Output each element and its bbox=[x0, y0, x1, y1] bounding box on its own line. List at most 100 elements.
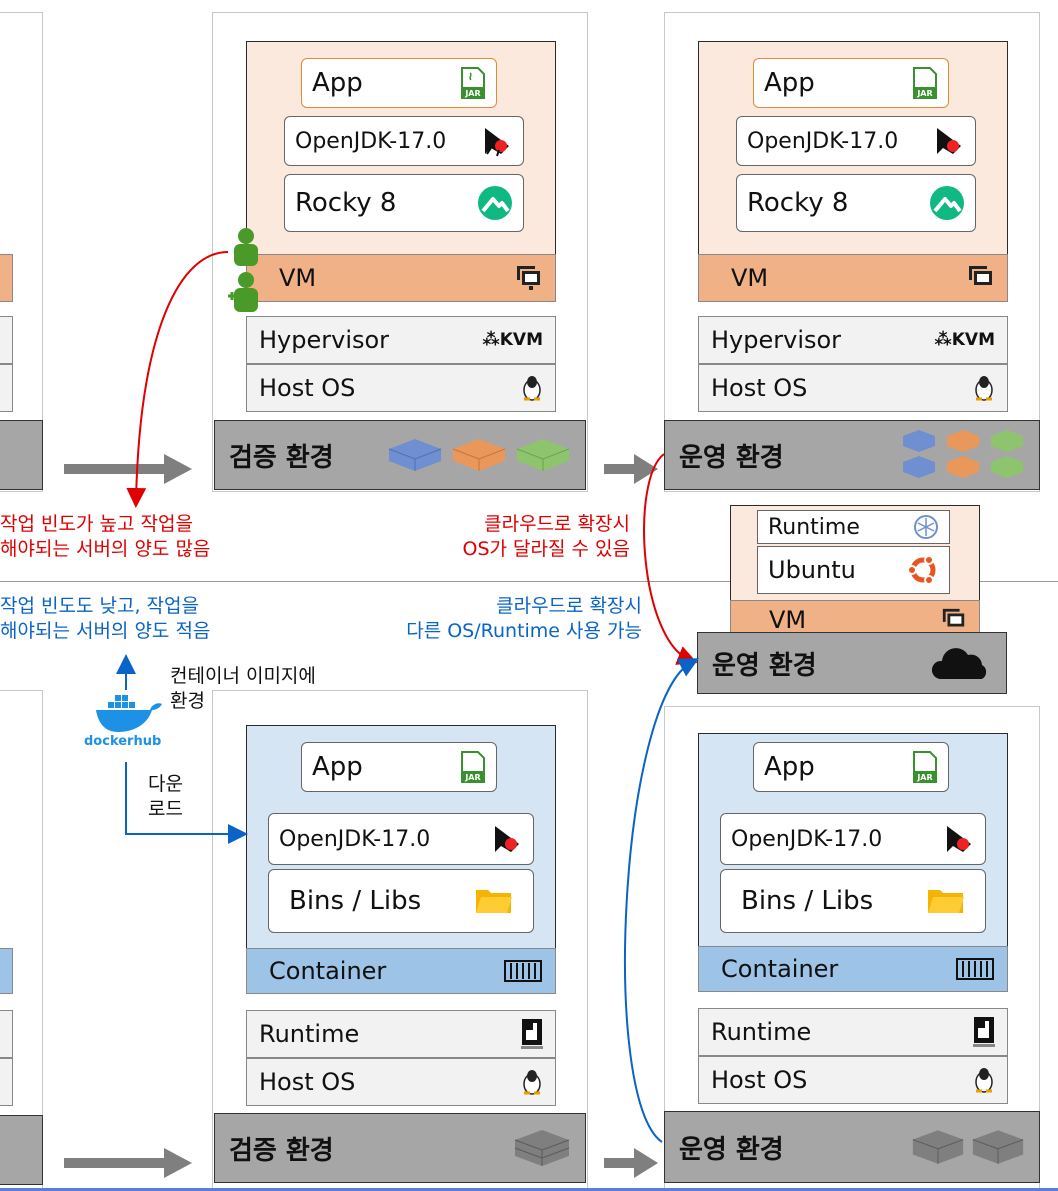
folder-icon bbox=[475, 887, 513, 915]
download-line1: 다운 bbox=[148, 773, 183, 795]
hostos-label: Host OS bbox=[711, 374, 808, 402]
svg-text:JAR: JAR bbox=[464, 773, 480, 782]
vm-drawback-annotation: 작업 빈도가 높고 작업을 해야되는 서버의 양도 많음 bbox=[0, 512, 210, 562]
vm-left-partial-hostos bbox=[0, 364, 13, 412]
container-benefit-annotation: 작업 빈도도 낮고, 작업을 해야되는 서버의 양도 적음 bbox=[0, 594, 210, 644]
vm-staging-app-box: App JAR bbox=[301, 58, 497, 108]
ubuntu-label: Ubuntu bbox=[768, 556, 856, 584]
rocky-linux-icon bbox=[929, 185, 965, 221]
ct-left-partial-container bbox=[0, 948, 13, 994]
linux-penguin-icon bbox=[521, 1069, 543, 1095]
ct-prod-app-box: App JAR bbox=[753, 742, 949, 792]
duke-java-icon bbox=[941, 822, 975, 856]
ct-staging-container-layer: Container bbox=[246, 948, 556, 994]
kvm-label: KVM bbox=[951, 330, 995, 350]
ct-benefit-line1: 작업 빈도도 낮고, 작업을 bbox=[0, 595, 199, 617]
dockerhub-logo: dockerhub bbox=[84, 690, 174, 756]
hostos-label: Host OS bbox=[259, 374, 356, 402]
kvm-icon: ⁂KVM bbox=[934, 330, 995, 350]
linux-penguin-icon bbox=[521, 375, 543, 401]
ct-left-partial-env bbox=[0, 1115, 43, 1185]
cloud-vm-annotation: 클라우드로 확장시 OS가 달라질 수 있음 bbox=[400, 512, 631, 562]
vm-monitor-icon bbox=[941, 607, 967, 633]
ct-staging-bins-box: Bins / Libs bbox=[268, 869, 534, 933]
svg-text:JAR: JAR bbox=[916, 773, 932, 782]
cloud-env-label: 운영 환경 bbox=[712, 650, 817, 681]
ct-prod-runtime-layer: Runtime bbox=[698, 1008, 1008, 1056]
jar-icon: JAR bbox=[460, 751, 486, 783]
worker-icons bbox=[226, 226, 264, 314]
vm-staging-hostos-layer: Host OS bbox=[246, 364, 556, 412]
ct-staging-app-box: App JAR bbox=[301, 742, 497, 792]
server-icon-gray bbox=[972, 1130, 1024, 1164]
duke-java-icon bbox=[931, 124, 965, 158]
vm-staging-vm-layer: VM bbox=[246, 254, 556, 302]
server-icon-orange bbox=[452, 439, 506, 471]
ubuntu-icon bbox=[907, 554, 939, 586]
duke-java-icon bbox=[489, 822, 523, 856]
download-annotation: 다운 로드 bbox=[148, 772, 183, 822]
server-icon-gray bbox=[912, 1130, 964, 1164]
cloud-vm-line2: OS가 달라질 수 있음 bbox=[462, 538, 631, 560]
container-label: Container bbox=[269, 957, 387, 985]
vm-staging-hypervisor-layer: Hypervisor ⁂KVM bbox=[246, 316, 556, 364]
runtime-label: Runtime bbox=[711, 1018, 812, 1046]
ct-staging-hostos-layer: Host OS bbox=[246, 1058, 556, 1106]
jdk-label: OpenJDK-17.0 bbox=[747, 128, 899, 154]
vm-staging-jdk-box: OpenJDK-17.0 bbox=[284, 116, 524, 166]
vm-label: VM bbox=[769, 606, 807, 634]
production-env-label: 운영 환경 bbox=[679, 1134, 784, 1165]
app-label: App bbox=[764, 752, 815, 782]
vm-prod-hypervisor-layer: Hypervisor ⁂KVM bbox=[698, 316, 1008, 364]
runtime-label: Runtime bbox=[259, 1020, 360, 1048]
hostos-label: Host OS bbox=[259, 1068, 356, 1096]
server-pair-blue bbox=[903, 430, 935, 478]
ct-prod-container-layer: Container bbox=[698, 946, 1008, 992]
ct-prod-jdk-box: OpenJDK-17.0 bbox=[720, 813, 986, 865]
ct-prod-hostos-layer: Host OS bbox=[698, 1056, 1008, 1104]
bins-label: Bins / Libs bbox=[741, 886, 874, 916]
server-pair-green bbox=[991, 430, 1023, 478]
vm-label: VM bbox=[731, 264, 769, 292]
vm-drawback-line1: 작업 빈도가 높고 작업을 bbox=[0, 513, 193, 535]
ct-prod-bins-box: Bins / Libs bbox=[720, 869, 986, 933]
vm-staging-env-bar: 검증 환경 bbox=[214, 420, 586, 490]
runtime-label: Runtime bbox=[768, 514, 860, 540]
arrow-staging-to-prod-top bbox=[604, 454, 658, 484]
jar-icon: JAR bbox=[912, 67, 938, 99]
arrow-dev-to-staging-top bbox=[64, 454, 192, 484]
staging-env-label: 검증 환경 bbox=[229, 442, 334, 473]
cloud-env-bar: 운영 환경 bbox=[697, 632, 1007, 694]
jar-icon: JAR bbox=[460, 67, 486, 99]
hostos-label: Host OS bbox=[711, 1066, 808, 1094]
linux-penguin-icon bbox=[973, 375, 995, 401]
docker-whale-icon bbox=[96, 695, 162, 732]
folder-icon bbox=[927, 887, 965, 915]
server-icon-blue bbox=[388, 439, 442, 471]
vm-prod-vm-layer: VM bbox=[698, 254, 1008, 302]
rocky-linux-icon bbox=[477, 185, 513, 221]
server-grid-icons bbox=[901, 428, 1025, 482]
server-stack-icons bbox=[387, 437, 571, 473]
arrow-dev-to-staging-bottom bbox=[64, 1148, 192, 1178]
server-pair-orange bbox=[947, 430, 979, 478]
vm-monitor-icon bbox=[967, 264, 995, 292]
ct-benefit-line2: 해야되는 서버의 양도 적음 bbox=[0, 620, 211, 642]
jdk-label: OpenJDK-17.0 bbox=[295, 128, 447, 154]
vm-left-partial-vm-layer bbox=[0, 254, 13, 302]
jar-icon: JAR bbox=[912, 751, 938, 783]
image-line1: 컨테이너 이미지에 bbox=[170, 665, 316, 687]
vm-prod-jdk-box: OpenJDK-17.0 bbox=[736, 116, 976, 166]
dockerhub-label: dockerhub bbox=[84, 734, 162, 749]
vm-prod-env-bar: 운영 환경 bbox=[664, 420, 1040, 490]
app-label: App bbox=[312, 68, 363, 98]
ct-staging-jdk-box: OpenJDK-17.0 bbox=[268, 813, 534, 865]
staging-env-label: 검증 환경 bbox=[229, 1135, 334, 1166]
cloud-ct-line2: 다른 OS/Runtime 사용 가능 bbox=[406, 620, 642, 642]
cloud-runtime-box: Runtime bbox=[757, 510, 950, 544]
container-box-icon bbox=[955, 957, 995, 981]
container-label: Container bbox=[721, 955, 839, 983]
vm-left-partial-env bbox=[0, 420, 43, 490]
cloud-ct-line1: 클라우드로 확장시 bbox=[496, 595, 642, 617]
jdk-label: OpenJDK-17.0 bbox=[279, 826, 431, 852]
